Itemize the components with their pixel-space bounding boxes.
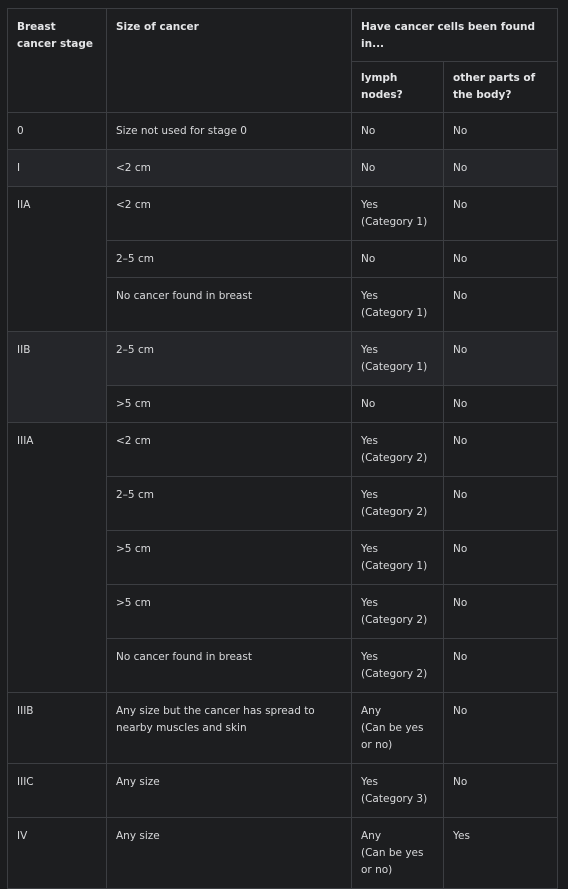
other-cell: No	[443, 240, 558, 278]
lymph-cell: No	[351, 149, 444, 187]
size-cell: Size not used for stage 0	[106, 112, 352, 150]
other-cell: No	[443, 584, 558, 639]
table-row: IIIB Any size but the cancer has spread …	[7, 692, 558, 764]
breast-cancer-stage-table-container: Breast cancer stage Size of cancer Have …	[7, 8, 558, 889]
table-row: IIB 2–5 cm Yes (Category 1) No	[7, 331, 558, 423]
other-cell: No	[443, 277, 558, 332]
lymph-cell: Yes (Category 2)	[351, 422, 444, 477]
lymph-cell: Any (Can be yes or no)	[351, 692, 444, 764]
header-size: Size of cancer	[106, 8, 352, 113]
lymph-cell: Yes (Category 1)	[351, 530, 444, 585]
lymph-cell: Yes (Category 1)	[351, 277, 444, 332]
header-other-parts: other parts of the body?	[443, 61, 558, 113]
lymph-cell: Yes (Category 1)	[351, 331, 444, 386]
other-cell: No	[443, 763, 558, 818]
stage-cell: IV	[7, 817, 107, 889]
stage-cell: IIIB	[7, 692, 107, 764]
lymph-cell: Yes (Category 3)	[351, 763, 444, 818]
table-row: IIA <2 cm Yes (Category 1) No	[7, 186, 558, 332]
table-row: I <2 cm No No	[7, 149, 558, 187]
size-cell: Any size but the cancer has spread to ne…	[106, 692, 352, 764]
lymph-cell: No	[351, 385, 444, 423]
lymph-cell: Any (Can be yes or no)	[351, 817, 444, 889]
other-cell: No	[443, 530, 558, 585]
lymph-cell: Yes (Category 2)	[351, 638, 444, 693]
size-cell: <2 cm	[106, 186, 352, 241]
other-cell: No	[443, 422, 558, 477]
other-cell: No	[443, 692, 558, 764]
size-cell: 2–5 cm	[106, 476, 352, 531]
stage-cell: I	[7, 149, 107, 187]
stage-cell: IIB	[7, 331, 107, 423]
header-stage: Breast cancer stage	[7, 8, 107, 113]
table-header-row: Breast cancer stage Size of cancer Have …	[7, 8, 558, 113]
table-row: 0 Size not used for stage 0 No No	[7, 112, 558, 150]
size-cell: No cancer found in breast	[106, 638, 352, 693]
stage-cell: IIIC	[7, 763, 107, 818]
stage-cell: 0	[7, 112, 107, 150]
size-cell: 2–5 cm	[106, 240, 352, 278]
breast-cancer-stage-table: Breast cancer stage Size of cancer Have …	[7, 8, 558, 889]
size-cell: <2 cm	[106, 422, 352, 477]
lymph-cell: Yes (Category 2)	[351, 584, 444, 639]
size-cell: Any size	[106, 817, 352, 889]
size-cell: >5 cm	[106, 385, 352, 423]
size-cell: >5 cm	[106, 530, 352, 585]
size-cell: 2–5 cm	[106, 331, 352, 386]
header-lymph-nodes: lymph nodes?	[351, 61, 444, 113]
table-row: IV Any size Any (Can be yes or no) Yes	[7, 817, 558, 889]
other-cell: No	[443, 112, 558, 150]
other-cell: No	[443, 385, 558, 423]
size-cell: >5 cm	[106, 584, 352, 639]
lymph-cell: Yes (Category 2)	[351, 476, 444, 531]
lymph-cell: Yes (Category 1)	[351, 186, 444, 241]
other-cell: No	[443, 476, 558, 531]
lymph-cell: No	[351, 112, 444, 150]
other-cell: No	[443, 149, 558, 187]
other-cell: Yes	[443, 817, 558, 889]
stage-cell: IIIA	[7, 422, 107, 693]
table-row: IIIC Any size Yes (Category 3) No	[7, 763, 558, 818]
table-row: IIIA <2 cm Yes (Category 2) No	[7, 422, 558, 693]
header-found: Have cancer cells been found in...	[351, 8, 558, 62]
stage-cell: IIA	[7, 186, 107, 332]
size-cell: <2 cm	[106, 149, 352, 187]
other-cell: No	[443, 186, 558, 241]
lymph-cell: No	[351, 240, 444, 278]
other-cell: No	[443, 331, 558, 386]
size-cell: Any size	[106, 763, 352, 818]
other-cell: No	[443, 638, 558, 693]
size-cell: No cancer found in breast	[106, 277, 352, 332]
